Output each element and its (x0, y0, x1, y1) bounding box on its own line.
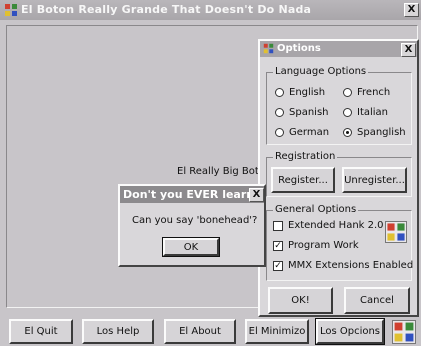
radio-label: Spanglish (357, 127, 406, 138)
checkbox-mmx[interactable]: ✓ MMX Extensions Enabled (273, 260, 413, 271)
checkmark-icon: ✓ (273, 260, 283, 271)
checkbox-icon (273, 220, 283, 231)
language-options-group: Language Options English French Spanish … (266, 66, 412, 145)
radio-spanglish[interactable]: Spanglish (343, 127, 406, 138)
close-icon[interactable]: X (404, 3, 419, 17)
close-icon[interactable]: X (249, 188, 264, 202)
radio-label: English (289, 87, 326, 98)
puzzle-icon (385, 221, 407, 243)
radio-french[interactable]: French (343, 87, 390, 98)
options-title: Options (277, 43, 321, 54)
checkbox-label: Program Work (288, 240, 359, 251)
minimize-button[interactable]: El Minimizo (245, 319, 309, 344)
radio-icon (343, 108, 352, 117)
radio-german[interactable]: German (275, 127, 329, 138)
checkbox-program-work[interactable]: ✓ Program Work (273, 240, 359, 251)
options-dialog: Options X Language Options English Frenc… (258, 39, 419, 317)
radio-icon (275, 108, 284, 117)
about-button[interactable]: El About (164, 319, 236, 344)
checkbox-label: MMX Extensions Enabled (288, 260, 414, 271)
app-icon (5, 4, 17, 16)
checkmark-icon: ✓ (273, 240, 283, 251)
language-options-label: Language Options (273, 66, 369, 77)
radio-label: French (357, 87, 391, 98)
options-titlebar: Options X (260, 41, 417, 57)
checkbox-label: Extended Hank 2.0 (288, 220, 384, 231)
cancel-button[interactable]: Cancel (344, 287, 410, 314)
radio-icon (275, 88, 284, 97)
puzzle-icon[interactable] (392, 320, 416, 344)
puzzle-icon (263, 43, 274, 54)
main-titlebar: El Boton Really Grande That Doesn't Do N… (0, 0, 421, 20)
general-options-group: General Options Extended Hank 2.0 ✓ Progr… (266, 204, 413, 281)
help-button[interactable]: Los Help (82, 319, 154, 344)
alert-title: Don't you EVER learn? (123, 188, 261, 201)
radio-label: German (289, 127, 330, 138)
unregister-button[interactable]: Unregister... (342, 167, 407, 193)
radio-label: Italian (357, 107, 389, 118)
radio-selected-icon (343, 128, 352, 137)
options-button[interactable]: Los Opcions (315, 318, 385, 345)
ok-button[interactable]: OK! (268, 287, 333, 314)
radio-icon (275, 128, 284, 137)
radio-spanish[interactable]: Spanish (275, 107, 329, 118)
alert-titlebar: Don't you EVER learn? X (120, 186, 264, 203)
registration-group: Registration Register... Unregister... (266, 151, 412, 197)
alert-dialog: Don't you EVER learn? X Can you say 'bon… (118, 184, 266, 267)
window-title: El Boton Really Grande That Doesn't Do N… (21, 3, 312, 16)
general-options-label: General Options (273, 204, 359, 215)
register-button[interactable]: Register... (271, 167, 335, 193)
alert-ok-button[interactable]: OK (162, 237, 220, 257)
alert-message: Can you say 'bonehead'? (132, 215, 258, 226)
checkbox-extended-hank[interactable]: Extended Hank 2.0 (273, 220, 384, 231)
radio-icon (343, 88, 352, 97)
quit-button[interactable]: El Quit (9, 319, 73, 344)
close-icon[interactable]: X (401, 43, 416, 57)
radio-label: Spanish (289, 107, 329, 118)
radio-english[interactable]: English (275, 87, 325, 98)
radio-italian[interactable]: Italian (343, 107, 388, 118)
registration-label: Registration (273, 151, 338, 162)
